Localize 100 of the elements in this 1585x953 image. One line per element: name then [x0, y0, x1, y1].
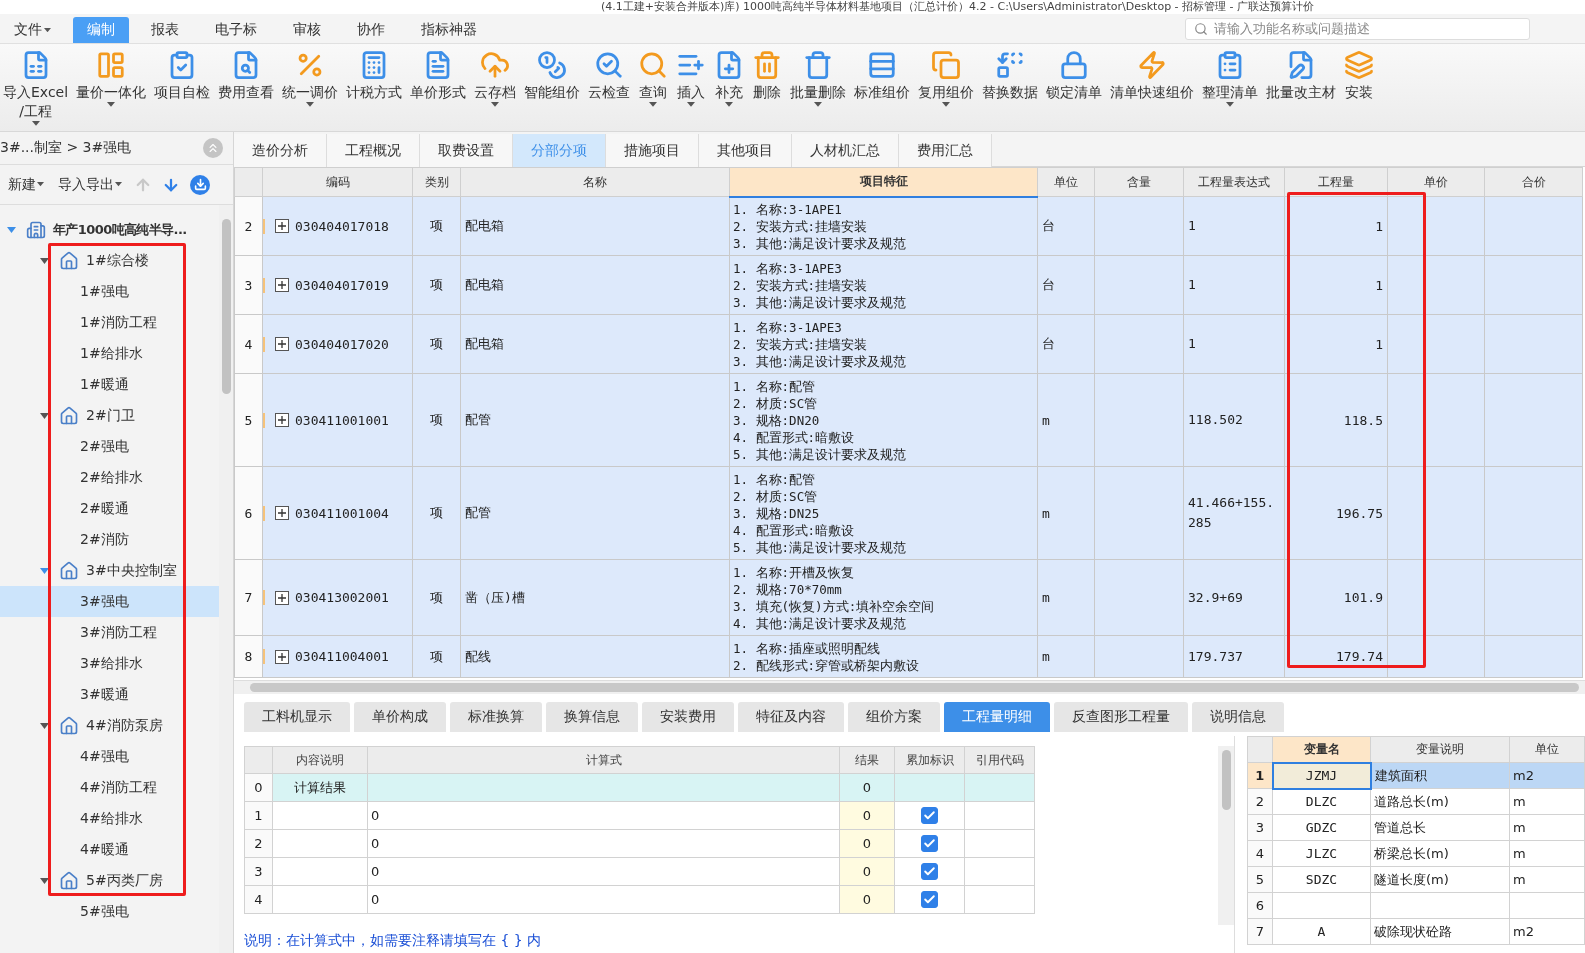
tree-item[interactable]: 2#给排水 — [0, 462, 219, 493]
column-header[interactable]: 名称 — [583, 174, 607, 189]
tree-item[interactable]: 3#强电 — [0, 586, 219, 617]
toolbar-button[interactable]: 批量改主材 — [1265, 48, 1338, 104]
table-cell: 项 — [430, 648, 443, 664]
toolbar-button[interactable]: 插入 — [675, 48, 708, 109]
tab[interactable]: 费用汇总 — [899, 134, 992, 167]
tree-item[interactable]: 1#暖通 — [0, 369, 219, 400]
column-header: 变量说明 — [1416, 742, 1464, 756]
download-icon — [193, 178, 207, 191]
menu-button[interactable]: 新建 — [4, 173, 48, 196]
expand-plus-icon[interactable] — [275, 219, 289, 233]
tree-item[interactable]: 4#给排水 — [0, 803, 219, 834]
table-cell: m — [1513, 794, 1526, 809]
toolbar-button[interactable]: 统一调价 — [281, 48, 340, 109]
toolbar-button[interactable]: 智能组价 — [523, 48, 582, 104]
tree-item[interactable]: 5#丙类厂房 — [0, 865, 219, 896]
tab[interactable]: 工料机显示 — [244, 702, 350, 732]
scrollbar[interactable] — [234, 680, 1585, 694]
toolbar-button[interactable]: 单价形式 — [409, 48, 468, 104]
tree-item[interactable]: 2#消防 — [0, 524, 219, 555]
tree-item[interactable]: 1#综合楼 — [0, 245, 219, 276]
tree-item[interactable]: 1#给排水 — [0, 338, 219, 369]
toolbar-button[interactable]: 复用组价 — [917, 48, 976, 109]
checkbox[interactable] — [921, 862, 938, 880]
tab[interactable]: 换算信息 — [546, 702, 638, 732]
tree-item[interactable]: 年产1000吨高纯半导... — [0, 214, 219, 245]
expand-plus-icon[interactable] — [275, 649, 289, 664]
tree-item[interactable]: 4#消防工程 — [0, 772, 219, 803]
tree-item[interactable]: 1#强电 — [0, 276, 219, 307]
tree-item[interactable]: 4#暖通 — [0, 834, 219, 865]
checkbox[interactable] — [921, 890, 938, 908]
tab[interactable]: 说明信息 — [1192, 702, 1284, 732]
toolbar-button[interactable]: 整理清单 — [1201, 48, 1260, 109]
tab[interactable]: 安装费用 — [642, 702, 734, 732]
tab[interactable]: 人材机汇总 — [792, 134, 899, 167]
column-header[interactable]: 合价 — [1521, 174, 1546, 189]
toolbar-button[interactable]: 清单快速组价 — [1109, 48, 1196, 104]
tree-item[interactable]: 3#消防工程 — [0, 617, 219, 648]
tree-item[interactable]: 1#消防工程 — [0, 307, 219, 338]
menu-tab[interactable]: 协作 — [343, 17, 399, 43]
menu-tab[interactable]: 文件 — [0, 17, 65, 43]
tab[interactable]: 工程概况 — [327, 134, 420, 167]
toolbar-button[interactable]: 计税方式 — [345, 48, 404, 104]
tree-item[interactable]: 4#强电 — [0, 741, 219, 772]
tree-item[interactable]: 3#暖通 — [0, 679, 219, 710]
tree-item[interactable]: 2#门卫 — [0, 400, 219, 431]
expand-plus-icon[interactable] — [275, 590, 289, 605]
feature-text: 1. 名称:3-1APE1 2. 安装方式:挂墙安装 3. 其他:满足设计要求及规范 — [733, 200, 908, 252]
checkbox[interactable] — [921, 806, 938, 824]
tree-item[interactable]: 3#给排水 — [0, 648, 219, 679]
toolbar-button[interactable]: 补充 — [713, 48, 746, 109]
toolbar-button[interactable]: 导入Excel /工程 — [2, 48, 70, 128]
tab[interactable]: 单价构成 — [354, 702, 446, 732]
toolbar-button[interactable]: 删除 — [751, 48, 784, 104]
tree-label: 4#消防泵房 — [86, 716, 163, 735]
toolbar-button[interactable]: 量价一体化 — [75, 48, 148, 109]
toolbar-button[interactable]: 安装 — [1343, 48, 1376, 104]
menu-button[interactable]: 导入导出 — [54, 173, 126, 196]
toolbar-button[interactable]: 项目自检 — [153, 48, 212, 104]
column-header[interactable]: 编码 — [325, 174, 350, 189]
tab[interactable]: 造价分析 — [234, 134, 327, 167]
tab[interactable]: 组价方案 — [848, 702, 940, 732]
menu-tab[interactable]: 电子标 — [201, 17, 271, 43]
search-field[interactable]: 请输入功能名称或问题描述 — [1185, 18, 1530, 40]
menu-tab[interactable]: 指标神器 — [407, 17, 491, 43]
checkbox[interactable] — [921, 834, 938, 852]
tab[interactable]: 措施项目 — [606, 134, 699, 167]
column-header[interactable]: 工程量 — [1318, 174, 1354, 189]
expand-plus-icon[interactable] — [275, 278, 289, 292]
toolbar-button[interactable]: 替换数据 — [981, 48, 1040, 104]
tab[interactable]: 特征及内容 — [738, 702, 844, 732]
toolbar-button[interactable]: 云存档 — [473, 48, 518, 109]
table-cell: 101.9 — [1343, 590, 1383, 605]
expand-plus-icon[interactable] — [275, 413, 289, 427]
tree-item[interactable]: 3#中央控制室 — [0, 555, 219, 586]
tree-item[interactable]: 4#消防泵房 — [0, 710, 219, 741]
lightning-icon — [1137, 50, 1168, 80]
tab[interactable]: 标准换算 — [450, 702, 542, 732]
expand-plus-icon[interactable] — [275, 506, 289, 520]
scrollbar[interactable] — [1218, 746, 1234, 925]
tree-item[interactable]: 2#强电 — [0, 431, 219, 462]
toolbar-button[interactable]: 云检查 — [587, 48, 632, 104]
toolbar-button[interactable]: 标准组价 — [853, 48, 912, 104]
expand-plus-icon[interactable] — [275, 337, 289, 351]
menu-tab[interactable]: 报表 — [137, 17, 193, 43]
column-header[interactable]: 含量 — [1127, 174, 1151, 189]
tree-item[interactable]: 5#强电 — [0, 896, 219, 927]
tab[interactable]: 反查图形工程量 — [1054, 702, 1188, 732]
column-header[interactable]: 项目特征 — [859, 174, 908, 189]
tab[interactable]: 取费设置 — [420, 134, 513, 167]
caret-icon — [115, 182, 122, 187]
toolbar-button[interactable]: 费用查看 — [217, 48, 276, 104]
toolbar-button[interactable]: 查询 — [637, 48, 670, 109]
tab[interactable]: 其他项目 — [699, 134, 792, 167]
menu-tab[interactable]: 审核 — [279, 17, 335, 43]
tree-item[interactable]: 2#暖通 — [0, 493, 219, 524]
column-header[interactable]: 单价 — [1424, 174, 1448, 189]
toolbar-button[interactable]: 锁定清单 — [1045, 48, 1104, 104]
toolbar-button[interactable]: 批量删除 — [789, 48, 848, 109]
